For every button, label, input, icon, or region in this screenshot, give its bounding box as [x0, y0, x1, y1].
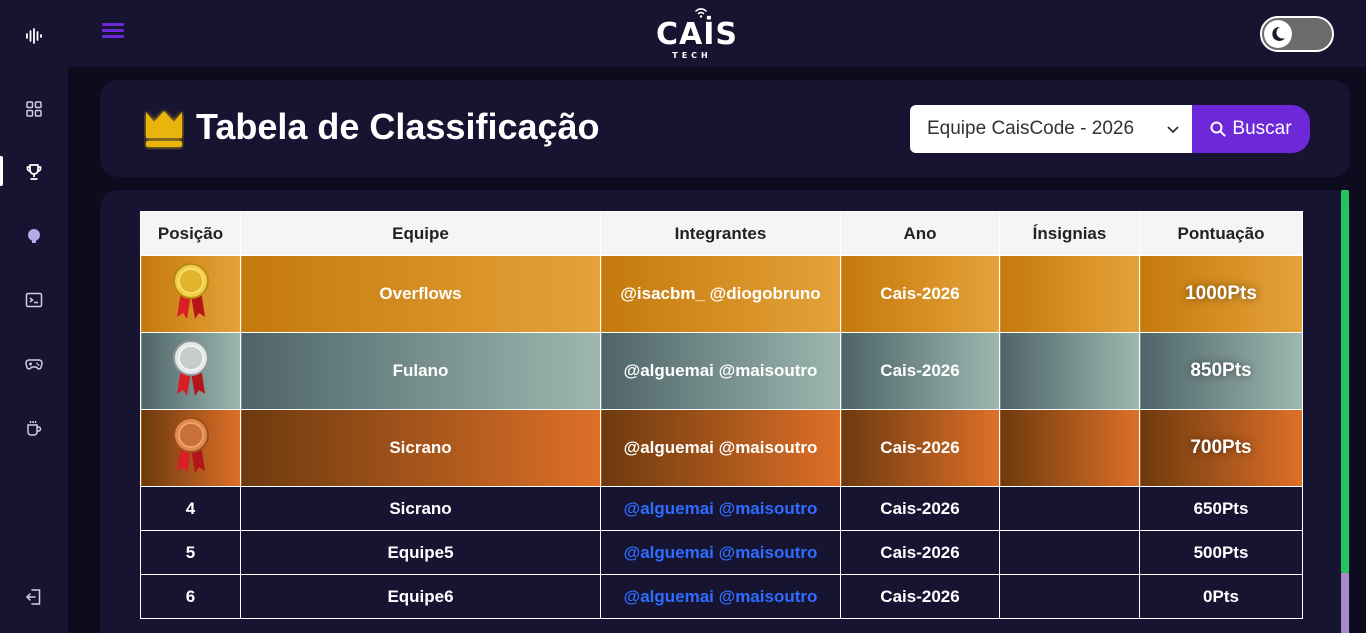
team-cell: Sicrano — [240, 409, 601, 487]
page-title: Tabela de Classificação — [196, 106, 600, 147]
badges-cell — [999, 332, 1140, 410]
scrollbar[interactable] — [1341, 190, 1349, 633]
logo-text: CAİS — [656, 17, 739, 52]
trophy-icon[interactable] — [22, 160, 46, 184]
team-cell: Equipe5 — [240, 530, 601, 575]
members-link[interactable]: @alguemai @maisoutro — [600, 574, 841, 619]
points-cell: 700Pts — [1139, 409, 1303, 487]
year-cell: Cais-2026 — [840, 486, 1000, 531]
badges-cell — [999, 530, 1140, 575]
year-cell: Cais-2026 — [840, 255, 1000, 333]
search-icon — [1210, 121, 1226, 137]
position-cell — [140, 332, 241, 410]
logout-icon[interactable] — [22, 585, 46, 609]
team-cell: Sicrano — [240, 486, 601, 531]
column-header[interactable]: Ano — [840, 211, 1000, 256]
terminal-icon[interactable] — [22, 288, 46, 312]
menu-button[interactable] — [102, 23, 124, 41]
year-cell: Cais-2026 — [840, 574, 1000, 619]
points-cell: 0Pts — [1139, 574, 1303, 619]
top-bar: CAİS TECH — [68, 0, 1366, 67]
badges-cell — [999, 486, 1140, 531]
members-cell: @alguemai @maisoutro — [600, 409, 841, 487]
members-cell: @isacbm_ @diogobruno — [600, 255, 841, 333]
badges-cell — [999, 574, 1140, 619]
scrollbar-thumb[interactable] — [1341, 190, 1349, 573]
search-button[interactable]: Buscar — [1192, 105, 1310, 153]
logo-subtext: TECH — [672, 51, 712, 60]
table-row: Fulano @alguemai @maisoutro Cais-2026 85… — [140, 332, 1303, 410]
badges-cell — [999, 409, 1140, 487]
column-header[interactable]: Pontuação — [1139, 211, 1303, 256]
sidebar — [0, 0, 68, 633]
team-cell: Fulano — [240, 332, 601, 410]
team-cell: Equipe6 — [240, 574, 601, 619]
members-link[interactable]: @alguemai @maisoutro — [600, 530, 841, 575]
table-row: 5 Equipe5 @alguemai @maisoutro Cais-2026… — [140, 530, 1303, 575]
table-row: Sicrano @alguemai @maisoutro Cais-2026 7… — [140, 409, 1303, 487]
wifi-icon — [695, 8, 707, 18]
members-cell: @alguemai @maisoutro — [600, 332, 841, 410]
points-cell: 500Pts — [1139, 530, 1303, 575]
column-header[interactable]: Equipe — [240, 211, 601, 256]
silver-medal-icon — [172, 339, 209, 396]
waveform-icon[interactable] — [22, 24, 46, 48]
points-cell: 850Pts — [1139, 332, 1303, 410]
year-cell: Cais-2026 — [840, 530, 1000, 575]
chevron-down-icon — [1166, 105, 1180, 153]
team-select[interactable]: Equipe CaisCode - 2026 — [910, 105, 1194, 153]
bulb-icon[interactable] — [22, 224, 46, 248]
coffee-icon[interactable] — [22, 416, 46, 440]
table-row: 4 Sicrano @alguemai @maisoutro Cais-2026… — [140, 486, 1303, 531]
position-cell — [140, 255, 241, 333]
members-link[interactable]: @alguemai @maisoutro — [600, 486, 841, 531]
active-indicator — [0, 156, 3, 186]
leaderboard-table: Posição Equipe Integrantes Ano Ínsignias… — [140, 211, 1303, 619]
points-cell: 650Pts — [1139, 486, 1303, 531]
column-header[interactable]: Integrantes — [600, 211, 841, 256]
column-header[interactable]: Posição — [140, 211, 241, 256]
table-row: Overflows @isacbm_ @diogobruno Cais-2026… — [140, 255, 1303, 333]
gold-medal-icon — [172, 262, 209, 319]
position-cell — [140, 409, 241, 487]
crown-icon — [146, 111, 182, 147]
position-cell: 5 — [140, 530, 241, 575]
badges-cell — [999, 255, 1140, 333]
position-cell: 4 — [140, 486, 241, 531]
gamepad-icon[interactable] — [22, 352, 46, 376]
table-row: 6 Equipe6 @alguemai @maisoutro Cais-2026… — [140, 574, 1303, 619]
year-cell: Cais-2026 — [840, 332, 1000, 410]
theme-toggle[interactable] — [1260, 16, 1334, 52]
team-select-value: Equipe CaisCode - 2026 — [927, 118, 1135, 139]
position-cell: 6 — [140, 574, 241, 619]
year-cell: Cais-2026 — [840, 409, 1000, 487]
moon-icon — [1264, 20, 1292, 48]
table-header-row: Posição Equipe Integrantes Ano Ínsignias… — [140, 211, 1303, 256]
team-cell: Overflows — [240, 255, 601, 333]
column-header[interactable]: Ínsignias — [999, 211, 1140, 256]
logo: CAİS TECH — [656, 6, 739, 62]
points-cell: 1000Pts — [1139, 255, 1303, 333]
scrollbar-track-lower — [1341, 573, 1349, 633]
search-button-label: Buscar — [1232, 118, 1292, 139]
bronze-medal-icon — [172, 416, 209, 473]
grid-icon[interactable] — [22, 97, 46, 121]
header-card: Tabela de Classificação Equipe CaisCode … — [100, 80, 1350, 177]
